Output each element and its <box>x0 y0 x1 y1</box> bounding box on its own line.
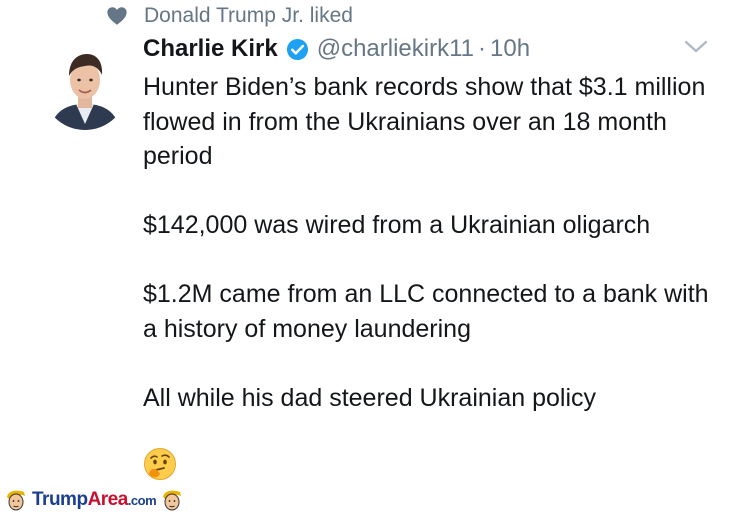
tweet-text: Hunter Biden’s bank records show that $3… <box>143 70 723 450</box>
social-context-text: Donald Trump Jr. liked <box>144 4 353 27</box>
tweet-paragraph: Hunter Biden’s bank records show that $3… <box>143 73 706 170</box>
tweet-header: Charlie Kirk @charliekirk11 · 10h <box>143 34 530 64</box>
separator-dot: · <box>478 35 487 62</box>
avatar[interactable] <box>42 44 128 130</box>
watermark-brand-part: Trump <box>32 489 88 510</box>
watermark: TrumpArea.com <box>0 486 230 514</box>
tweet-paragraph: $142,000 was wired from a Ukrainian olig… <box>143 211 651 239</box>
trump-face-icon <box>163 490 182 511</box>
chevron-down-icon[interactable] <box>683 38 709 56</box>
trump-face-icon <box>7 490 25 511</box>
watermark-brand: TrumpArea.com <box>32 489 157 511</box>
author-name[interactable]: Charlie Kirk <box>143 34 278 64</box>
thinking-face-emoji <box>144 448 176 480</box>
verified-badge-icon <box>286 38 308 60</box>
author-handle[interactable]: @charliekirk11 <box>317 34 474 64</box>
watermark-brand-part: Area <box>87 489 129 510</box>
heart-icon <box>107 7 127 25</box>
social-context: Donald Trump Jr. liked <box>106 4 353 28</box>
tweet-timestamp[interactable]: 10h <box>490 34 530 64</box>
tweet-paragraph: $1.2M came from an LLC connected to a ba… <box>143 280 709 343</box>
watermark-brand-part: .com <box>127 493 157 508</box>
tweet-paragraph: All while his dad steered Ukrainian poli… <box>143 383 597 412</box>
